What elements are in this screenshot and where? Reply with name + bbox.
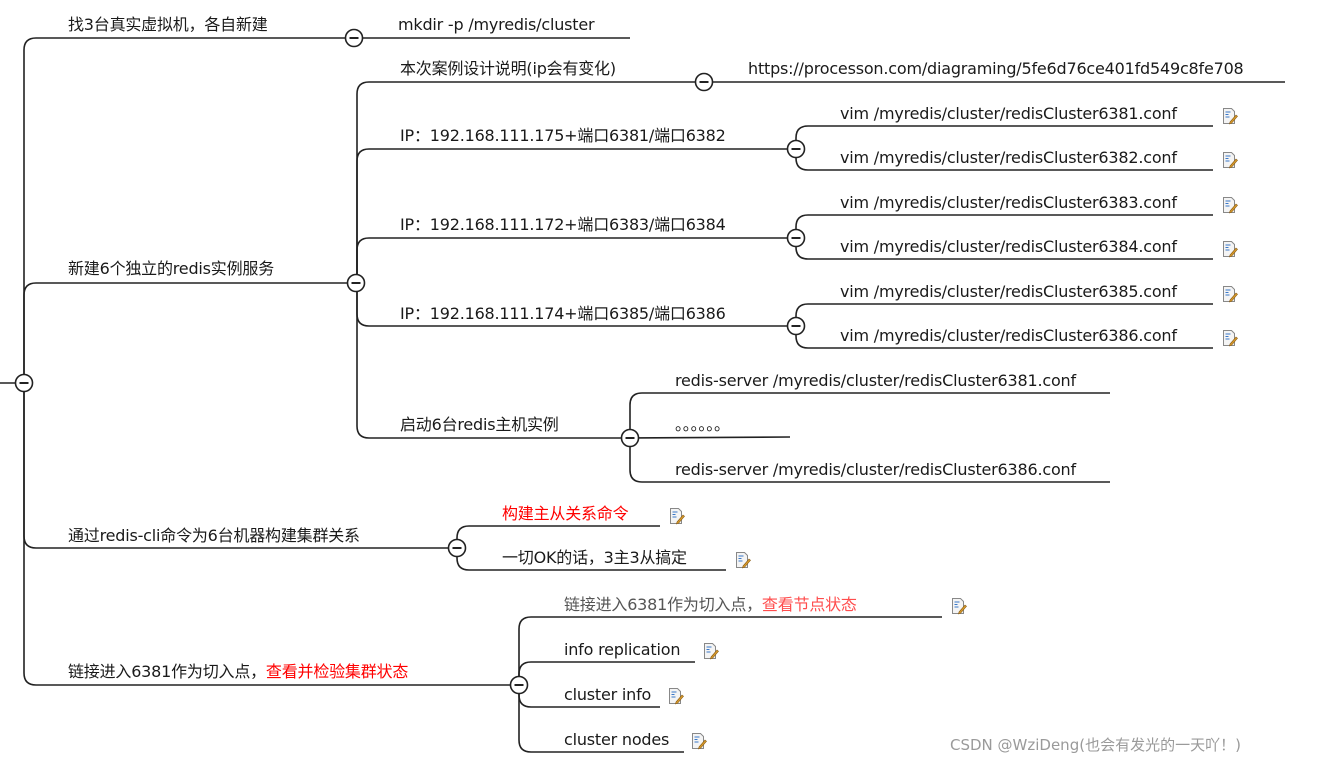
note-icon[interactable] bbox=[1222, 151, 1238, 169]
branch-n3-0 bbox=[456, 525, 660, 548]
topic-cluster-nodes[interactable]: cluster nodes bbox=[564, 730, 669, 750]
topic-server-6381[interactable]: redis-server /myredis/cluster/redisClust… bbox=[675, 371, 1076, 391]
topic-start-instances[interactable]: 启动6台redis主机实例 bbox=[400, 415, 559, 435]
branch-conf-1-0 bbox=[795, 214, 1213, 238]
collapse-ip2-icon[interactable] bbox=[786, 228, 806, 248]
topic-find-vms[interactable]: 找3台真实虚拟机，各自新建 bbox=[68, 15, 268, 35]
branch-l1-1 bbox=[23, 282, 356, 383]
topic-ip1[interactable]: IP：192.168.111.175+端口6381/端口6382 bbox=[400, 126, 726, 146]
topic-ip2[interactable]: IP：192.168.111.172+端口6383/端口6384 bbox=[400, 215, 726, 235]
collapse-n4-icon[interactable] bbox=[509, 675, 529, 695]
note-icon[interactable] bbox=[1222, 285, 1238, 303]
topic-ellipsis[interactable]: 。。。。。。 bbox=[675, 415, 730, 435]
collapse-root-icon[interactable] bbox=[14, 373, 34, 393]
note-icon[interactable] bbox=[1222, 329, 1238, 347]
topic-conf-6384[interactable]: vim /myredis/cluster/redisCluster6384.co… bbox=[840, 237, 1177, 257]
topic-ip3[interactable]: IP：192.168.111.174+端口6385/端口6386 bbox=[400, 304, 726, 324]
topic-check-nodes-text: 链接进入6381作为切入点， bbox=[564, 595, 762, 614]
branch-conf-2-0 bbox=[795, 303, 1213, 326]
topic-conf-6381[interactable]: vim /myredis/cluster/redisCluster6381.co… bbox=[840, 104, 1177, 124]
topic-check-nodes[interactable]: 链接进入6381作为切入点，查看节点状态 bbox=[564, 595, 857, 615]
topic-conf-6385[interactable]: vim /myredis/cluster/redisCluster6385.co… bbox=[840, 282, 1177, 302]
topic-conf-6382[interactable]: vim /myredis/cluster/redisCluster6382.co… bbox=[840, 148, 1177, 168]
collapse-n2-icon[interactable] bbox=[346, 273, 366, 293]
topic-check-nodes-highlight: 查看节点状态 bbox=[761, 595, 857, 614]
note-icon[interactable] bbox=[1222, 196, 1238, 214]
watermark: CSDN @WziDeng(也会有发光的一天吖！) bbox=[950, 736, 1241, 754]
note-icon[interactable] bbox=[703, 642, 719, 660]
branch-l1-2 bbox=[23, 383, 457, 549]
branch-start-1 bbox=[629, 436, 791, 439]
note-icon[interactable] bbox=[1222, 240, 1238, 258]
branch-l1-0 bbox=[23, 37, 354, 383]
topic-check-cluster[interactable]: 链接进入6381作为切入点，查看并检验集群状态 bbox=[68, 662, 408, 682]
topic-cluster-info[interactable]: cluster info bbox=[564, 685, 651, 705]
branch-n4-1 bbox=[518, 661, 695, 685]
collapse-ip3-icon[interactable] bbox=[786, 316, 806, 336]
collapse-n1-icon[interactable] bbox=[344, 28, 364, 48]
note-icon[interactable] bbox=[1222, 107, 1238, 125]
note-icon[interactable] bbox=[691, 732, 707, 750]
topic-design-note[interactable]: 本次案例设计说明(ip会有变化) bbox=[400, 59, 616, 79]
topic-conf-6386[interactable]: vim /myredis/cluster/redisCluster6386.co… bbox=[840, 326, 1177, 346]
collapse-design-icon[interactable] bbox=[694, 72, 714, 92]
topic-design-link[interactable]: https://processon.com/diagraming/5fe6d76… bbox=[748, 59, 1244, 79]
topic-create-instances[interactable]: 新建6个独立的redis实例服务 bbox=[68, 259, 274, 279]
note-icon[interactable] bbox=[951, 597, 967, 615]
collapse-n3-icon[interactable] bbox=[447, 538, 467, 558]
topic-master-slave-cmd[interactable]: 构建主从关系命令 bbox=[502, 504, 629, 524]
collapse-start-icon[interactable] bbox=[620, 428, 640, 448]
branch-n2-2 bbox=[356, 237, 796, 283]
collapse-ip1-icon[interactable] bbox=[786, 139, 806, 159]
topic-mkdir[interactable]: mkdir -p /myredis/cluster bbox=[398, 15, 595, 35]
topic-server-6386[interactable]: redis-server /myredis/cluster/redisClust… bbox=[675, 460, 1076, 480]
topic-check-cluster-text: 链接进入6381作为切入点， bbox=[68, 662, 266, 681]
branch-conf-0-0 bbox=[795, 125, 1213, 149]
topic-build-cluster[interactable]: 通过redis-cli命令为6台机器构建集群关系 bbox=[68, 526, 360, 546]
note-icon[interactable] bbox=[668, 687, 684, 705]
topic-check-cluster-highlight: 查看并检验集群状态 bbox=[265, 662, 409, 681]
topic-ok-3m3s[interactable]: 一切OK的话，3主3从搞定 bbox=[502, 548, 687, 568]
note-icon[interactable] bbox=[735, 551, 751, 569]
branch-n2-0 bbox=[356, 81, 704, 283]
topic-conf-6383[interactable]: vim /myredis/cluster/redisCluster6383.co… bbox=[840, 193, 1177, 213]
topic-info-replication[interactable]: info replication bbox=[564, 640, 680, 660]
note-icon[interactable] bbox=[669, 507, 685, 525]
